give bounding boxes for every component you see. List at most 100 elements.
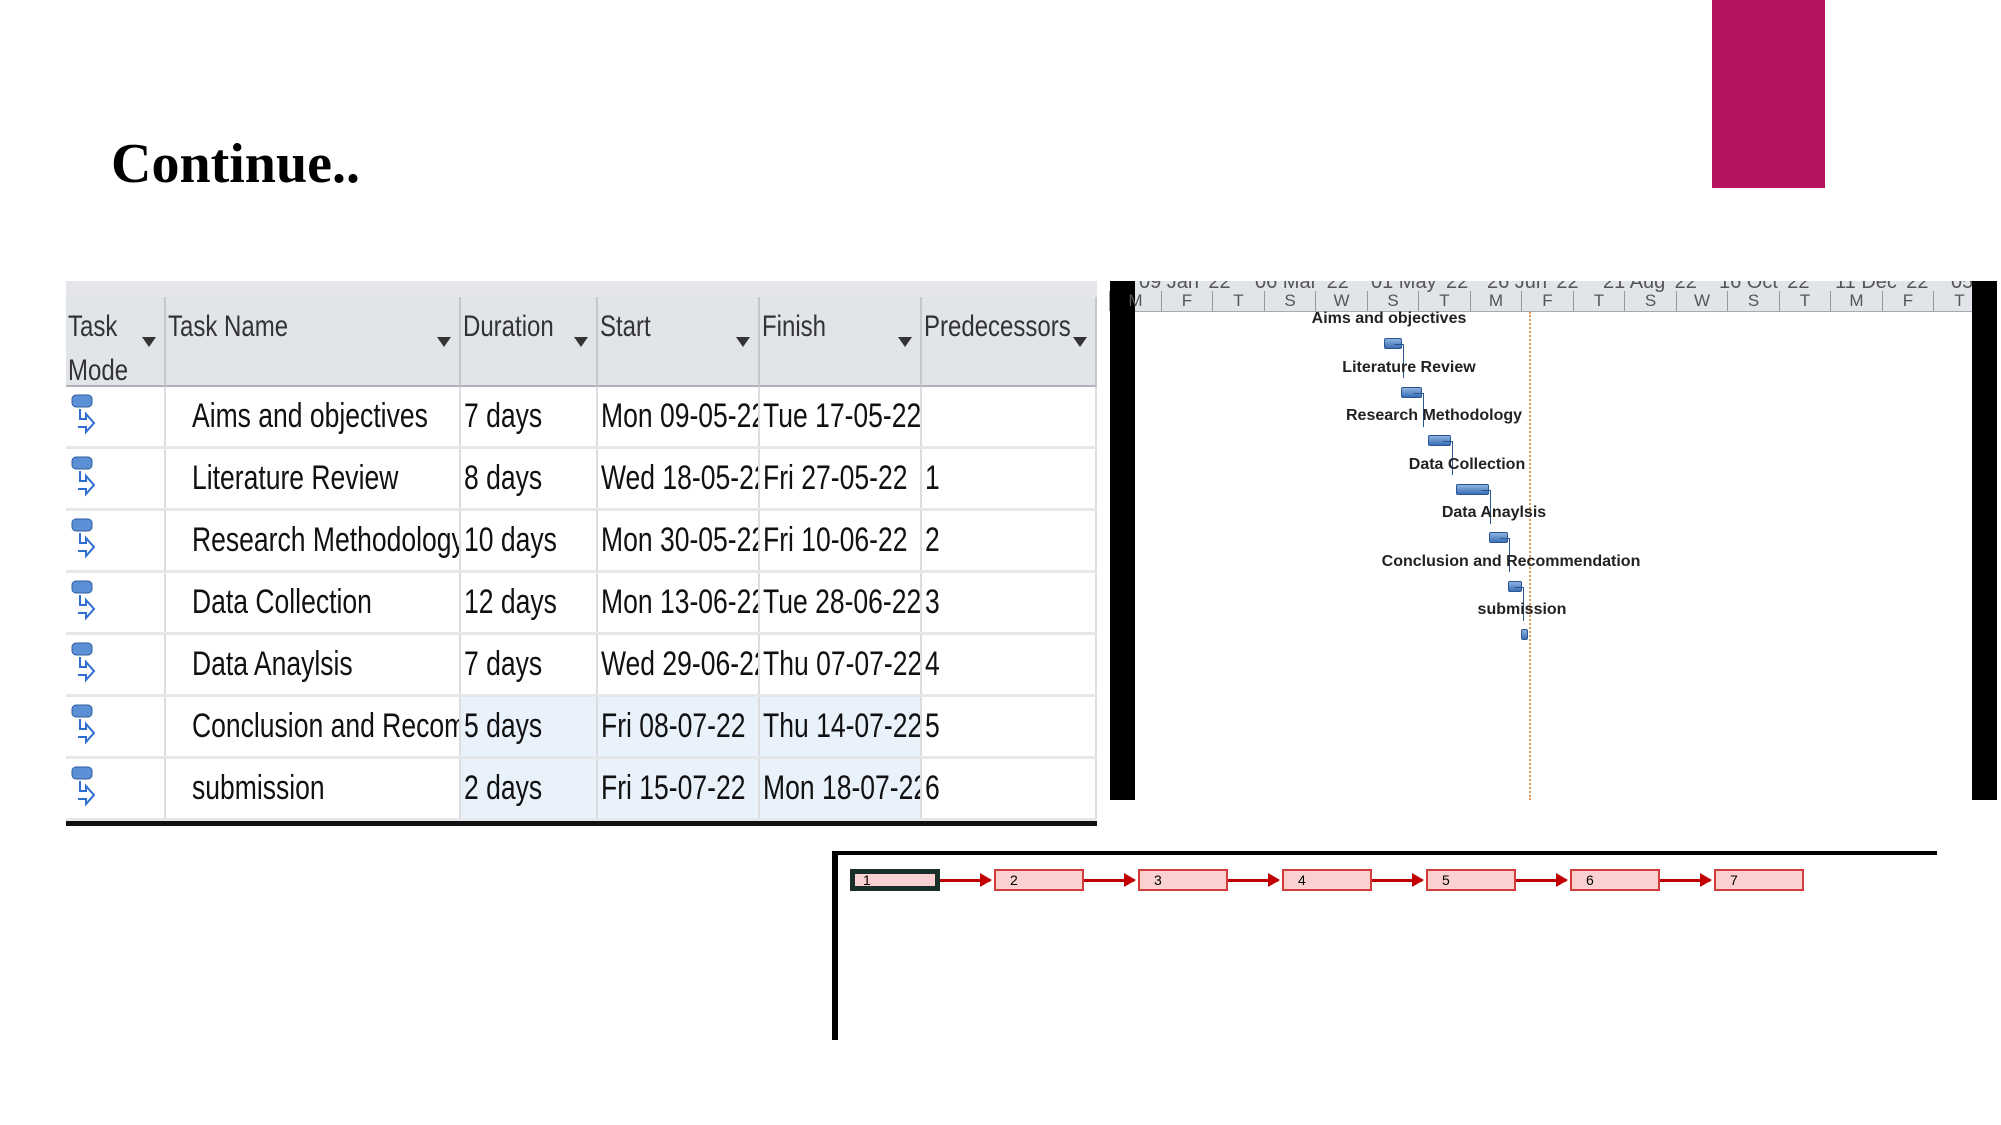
cell-mode[interactable] [66,449,166,508]
network-diagram: 1 2 3 4 5 6 7 [832,851,1937,1040]
cell-mode[interactable] [66,387,166,446]
cell-duration[interactable]: 7 days [461,387,598,446]
cell-finish[interactable]: Thu 07-07-22 [760,635,922,694]
cell-name[interactable]: Data Collection [166,573,461,632]
cell-duration[interactable]: 12 days [461,573,598,632]
gantt-task-label: Literature Review [1342,358,1476,376]
cell-start[interactable]: Fri 08-07-22 [598,697,760,756]
cell-finish[interactable]: Mon 18-07-22 [760,759,922,818]
header-start[interactable]: Start [598,297,760,387]
cell-name[interactable]: Conclusion and Recomm [166,697,461,756]
network-node[interactable]: 6 [1570,869,1660,891]
filter-dropdown-icon[interactable] [736,337,750,347]
filter-dropdown-icon[interactable] [142,337,156,347]
cell-name[interactable]: submission [166,759,461,818]
cell-duration[interactable]: 10 days [461,511,598,570]
timescale-day-label: W [1315,291,1367,311]
cell-pred[interactable]: 5 [922,697,1097,756]
node-id: 3 [1154,872,1162,888]
filter-dropdown-icon[interactable] [898,337,912,347]
cell-start[interactable]: Fri 15-07-22 [598,759,760,818]
gantt-task-bar[interactable] [1521,629,1528,640]
cell-start[interactable]: Mon 13-06-22 [598,573,760,632]
cell-text: 12 days [464,583,557,621]
network-node[interactable]: 2 [994,869,1084,891]
header-finish[interactable]: Finish [760,297,922,387]
table-row[interactable]: Research Methodology 10 days Mon 30-05-22 F… [66,511,1097,573]
cell-text: submission [192,769,325,807]
cell-name[interactable]: Data Anaylsis [166,635,461,694]
cell-text: 6 [925,769,940,807]
header-task-name[interactable]: Task Name [166,297,461,387]
cell-name[interactable]: Research Methodology [166,511,461,570]
gantt-task-label: Aims and objectives [1311,310,1467,327]
cell-finish[interactable]: Tue 28-06-22 [760,573,922,632]
network-node[interactable]: 4 [1282,869,1372,891]
table-row[interactable]: submission 2 days Fri 15-07-22 Mon 18-07-22… [66,759,1097,821]
cell-text: Aims and objectives [192,397,428,435]
cell-text: Thu 07-07-22 [763,645,922,683]
timescale-day-label: T [1572,291,1625,311]
cell-pred[interactable] [922,387,1097,446]
dependency-arrow [940,873,992,887]
dependency-arrow [1660,873,1712,887]
cell-mode[interactable] [66,697,166,756]
cell-pred[interactable]: 2 [922,511,1097,570]
timescale-day-label: M [1109,291,1161,311]
table-row[interactable]: Aims and objectives 7 days Mon 09-05-22 Tue… [66,387,1097,449]
cell-start[interactable]: Mon 09-05-22 [598,387,760,446]
timescale-day-label: T [1933,291,1985,311]
cell-pred[interactable]: 1 [922,449,1097,508]
gantt-chart: 09 Jan '22 06 Mar '22 01 May '22 26 Jun '22… [1109,281,1997,800]
cell-text: 10 days [464,521,557,559]
cell-duration[interactable]: 7 days [461,635,598,694]
table-row[interactable]: Data Anaylsis 7 days Wed 29-06-22 Thu 07-07… [66,635,1097,697]
cell-name[interactable]: Aims and objectives [166,387,461,446]
timescale-day-label: F [1160,291,1213,311]
network-node[interactable]: 5 [1426,869,1516,891]
cell-start[interactable]: Wed 18-05-22 [598,449,760,508]
filter-dropdown-icon[interactable] [437,337,451,347]
header-predecessors[interactable]: Predecessors [922,297,1097,387]
cell-text: Thu 14-07-22 [763,707,922,745]
cell-start[interactable]: Mon 30-05-22 [598,511,760,570]
node-id: 1 [863,872,871,888]
timescale-day-label: M [1830,291,1882,311]
cell-text: Fri 10-06-22 [763,521,908,559]
node-id: 4 [1298,872,1306,888]
timescale-day-label: T [1418,291,1470,311]
table-row[interactable]: Literature Review 8 days Wed 18-05-22 Fri 2… [66,449,1097,511]
cell-text: Fri 15-07-22 [601,769,746,807]
cell-mode[interactable] [66,511,166,570]
cell-finish[interactable]: Fri 10-06-22 [760,511,922,570]
node-id: 2 [1010,872,1018,888]
header-task-mode[interactable]: Task Mode [66,297,166,387]
table-row[interactable]: Data Collection 12 days Mon 13-06-22 Tue 28… [66,573,1097,635]
node-id: 6 [1586,872,1594,888]
cell-text: Data Collection [192,583,372,621]
filter-dropdown-icon[interactable] [574,337,588,347]
network-node[interactable]: 1 [850,869,940,891]
cell-pred[interactable]: 4 [922,635,1097,694]
filter-dropdown-icon[interactable] [1073,337,1087,347]
timescale-day-label: S [1624,291,1676,311]
cell-pred[interactable]: 3 [922,573,1097,632]
cell-duration[interactable]: 2 days [461,759,598,818]
cell-start[interactable]: Wed 29-06-22 [598,635,760,694]
table-row[interactable]: Conclusion and Recomm 5 days Fri 08-07-22 T… [66,697,1097,759]
cell-mode[interactable] [66,635,166,694]
cell-finish[interactable]: Thu 14-07-22 [760,697,922,756]
cell-text: 2 days [464,769,543,807]
cell-mode[interactable] [66,573,166,632]
cell-pred[interactable]: 6 [922,759,1097,818]
cell-mode[interactable] [66,759,166,818]
cell-finish[interactable]: Fri 27-05-22 [760,449,922,508]
cell-finish[interactable]: Tue 17-05-22 [760,387,922,446]
cell-duration[interactable]: 8 days [461,449,598,508]
network-node[interactable]: 3 [1138,869,1228,891]
cell-duration[interactable]: 5 days [461,697,598,756]
cell-name[interactable]: Literature Review [166,449,461,508]
header-duration[interactable]: Duration [461,297,598,387]
auto-scheduled-icon [71,704,96,745]
network-node[interactable]: 7 [1714,869,1804,891]
